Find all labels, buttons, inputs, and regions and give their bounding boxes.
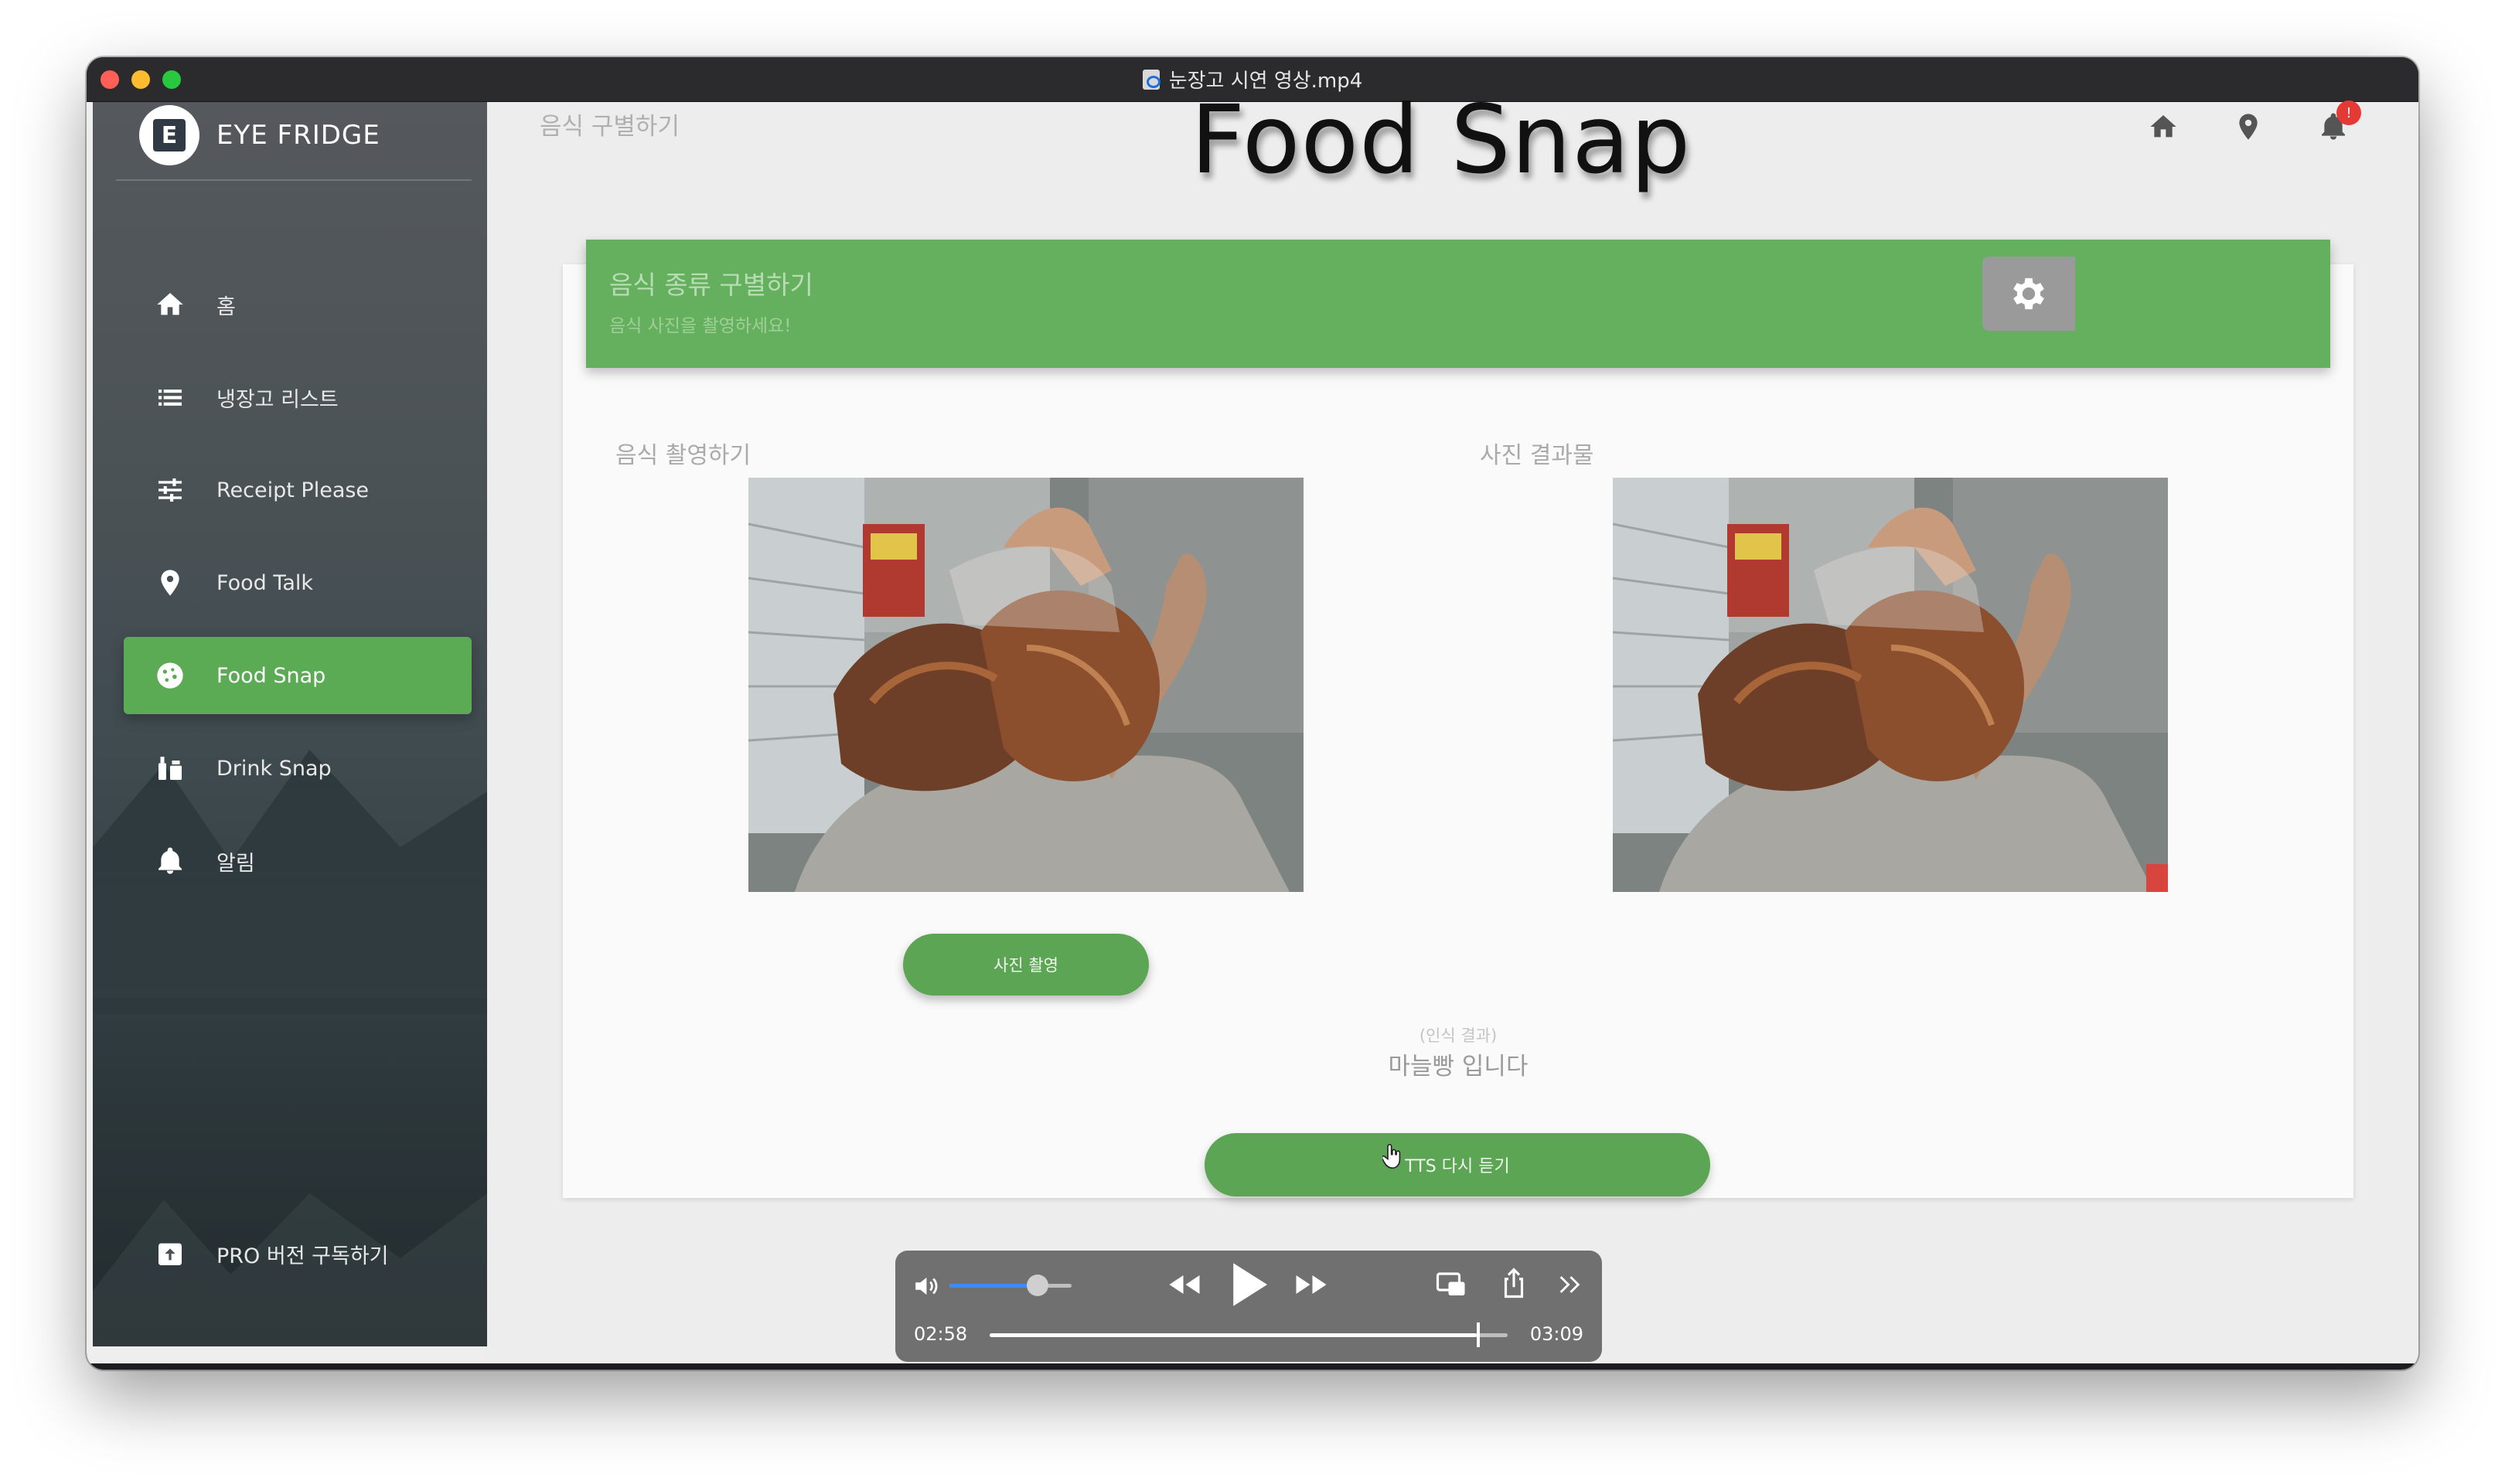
playhead[interactable] [1476, 1322, 1480, 1347]
video-file-icon [1142, 69, 1160, 90]
play-button[interactable] [1228, 1260, 1271, 1309]
capture-photo-button[interactable]: 사진 촬영 [903, 934, 1149, 996]
home-icon [2150, 115, 2176, 138]
speaker-icon [915, 1277, 938, 1295]
window-bottom-edge [87, 1363, 2418, 1370]
top-location-button[interactable] [2233, 111, 2264, 142]
top-nav-icons: ! [2148, 100, 2361, 142]
location-pin-icon [155, 567, 186, 598]
sidebar-item-label: Receipt Please [216, 478, 370, 502]
home-icon [155, 289, 186, 320]
share-button[interactable] [1498, 1266, 1529, 1300]
fast-forward-button[interactable] [1291, 1268, 1331, 1302]
drink-icon [155, 753, 186, 784]
result-caption: (인식 결과) [1419, 1026, 1498, 1045]
sidebar-item-label: 냉장고 리스트 [216, 387, 339, 412]
tts-replay-label: TTS 다시 듣기 [1405, 1157, 1510, 1176]
pro-subscribe-link[interactable]: PRO 버전 구독하기 [155, 1238, 389, 1269]
brand-logo: E [139, 105, 199, 165]
result-section-label: 사진 결과물 [1480, 442, 1594, 469]
result-photo [1613, 478, 2168, 892]
close-window-button[interactable] [101, 70, 119, 89]
total-time: 03:09 [1529, 1323, 1583, 1345]
settings-button[interactable] [1982, 257, 2075, 331]
playback-scrubber[interactable] [990, 1322, 1508, 1347]
sidebar-background-reflection [93, 999, 487, 1291]
brand-logo-letter: E [153, 119, 186, 151]
sidebar-item-fridge-list[interactable]: 냉장고 리스트 [124, 359, 472, 436]
top-home-button[interactable] [2148, 111, 2179, 142]
card-subtitle: 음식 사진을 촬영하세요! [609, 316, 792, 336]
sidebar-item-label: 홈 [216, 294, 236, 319]
brand-name: EYE FRIDGE [216, 120, 380, 151]
breadcrumb: 음식 구별하기 [540, 113, 680, 141]
sidebar-divider [116, 179, 472, 181]
sidebar-item-home[interactable]: 홈 [124, 266, 472, 343]
volume-level [949, 1284, 1038, 1288]
fast-forward-icon [1296, 1275, 1327, 1294]
zoom-window-button[interactable] [162, 70, 181, 89]
food-snap-card: 음식 종류 구별하기 음식 사진을 촬영하세요! 음식 촬영하기 사진 결과물 [563, 240, 2353, 1198]
upgrade-icon [155, 1238, 186, 1269]
playback-progress [990, 1333, 1477, 1337]
volume-slider[interactable] [949, 1275, 1072, 1296]
brand[interactable]: E EYE FRIDGE [139, 105, 380, 165]
tune-icon [155, 475, 186, 505]
tts-replay-button[interactable]: TTS 다시 듣기 [1205, 1133, 1710, 1196]
result-image [1613, 478, 2168, 892]
share-icon [1504, 1268, 1524, 1298]
volume-button[interactable] [912, 1271, 943, 1302]
sidebar-item-label: 알림 [216, 851, 255, 876]
picture-in-picture-icon [1436, 1272, 1465, 1295]
sidebar-item-label: Drink Snap [216, 756, 332, 781]
rewind-button[interactable] [1164, 1268, 1205, 1302]
pro-subscribe-label: PRO 버전 구독하기 [216, 1244, 389, 1268]
card-title: 음식 종류 구별하기 [609, 270, 813, 300]
list-icon [155, 382, 186, 413]
window-controls [101, 70, 181, 89]
video-frame: E EYE FRIDGE 홈 냉장고 리스트 Receipt Please Fo… [87, 85, 2418, 1370]
play-icon [1233, 1263, 1268, 1306]
recognition-result: 마늘빵 입니다 [1388, 1053, 1529, 1081]
gear-icon [2013, 277, 2044, 310]
location-pin-icon [2239, 114, 2258, 140]
minimize-window-button[interactable] [131, 70, 150, 89]
bell-icon [155, 846, 186, 876]
camera-preview-image [748, 478, 1304, 892]
sidebar-nav: 홈 냉장고 리스트 Receipt Please Food Talk Food … [124, 266, 472, 915]
sidebar-item-receipt-please[interactable]: Receipt Please [124, 451, 472, 529]
more-button[interactable] [1554, 1269, 1585, 1300]
notification-badge: ! [2336, 100, 2361, 125]
video-controls: 02:58 03:09 [895, 1251, 1602, 1362]
main-panel: 음식 구별하기 Food Snap ! 음식 종류 구별하기 음식 사진을 촬영… [487, 85, 2418, 1370]
rewind-icon [1169, 1275, 1200, 1294]
screen: 눈장고 시연 영상.mp4 E EYE FRIDGE 홈 냉장고 리스트 Rec… [0, 0, 2505, 1484]
sidebar-item-drink-snap[interactable]: Drink Snap [124, 730, 472, 807]
sidebar-item-food-talk[interactable]: Food Talk [124, 544, 472, 621]
player-window: 눈장고 시연 영상.mp4 E EYE FRIDGE 홈 냉장고 리스트 Rec… [87, 57, 2418, 1370]
capture-section-label: 음식 촬영하기 [615, 442, 752, 469]
sidebar-item-food-snap[interactable]: Food Snap [124, 637, 472, 714]
hand-cursor-icon [1382, 1144, 1401, 1169]
sidebar-item-label: Food Talk [216, 570, 314, 595]
camera-photo [748, 478, 1304, 892]
top-notifications-button[interactable]: ! [2318, 100, 2361, 142]
volume-knob[interactable] [1026, 1275, 1048, 1296]
sidebar-item-label: Food Snap [216, 663, 326, 688]
sidebar: E EYE FRIDGE 홈 냉장고 리스트 Receipt Please Fo… [93, 102, 487, 1346]
current-time: 02:58 [914, 1323, 968, 1345]
chevron-double-right-icon [1559, 1276, 1580, 1293]
page-title-overlay: Food Snap [1191, 85, 1692, 195]
sidebar-item-alerts[interactable]: 알림 [124, 822, 472, 900]
cookie-icon [155, 660, 186, 691]
picture-in-picture-button[interactable] [1433, 1269, 1469, 1300]
